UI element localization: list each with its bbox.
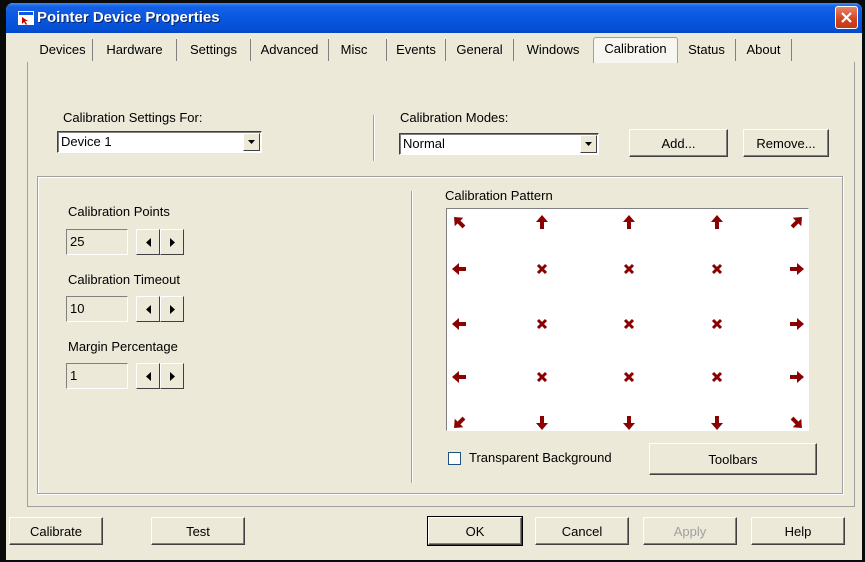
- close-button[interactable]: [835, 6, 858, 29]
- calibration-pattern-grid: [452, 215, 804, 430]
- arrow-left-icon: [452, 263, 466, 275]
- timeout-decrement-button[interactable]: [136, 296, 160, 322]
- title-bar[interactable]: Pointer Device Properties: [6, 3, 862, 33]
- remove-mode-button[interactable]: Remove...: [743, 129, 829, 157]
- help-button[interactable]: Help: [751, 517, 845, 545]
- tab-status[interactable]: Status: [678, 39, 736, 61]
- add-mode-button[interactable]: Add...: [629, 129, 728, 157]
- groupbox-divider: [411, 191, 413, 483]
- test-button[interactable]: Test: [151, 517, 245, 545]
- calibrate-button[interactable]: Calibrate: [9, 517, 103, 545]
- cross-icon: [711, 318, 723, 330]
- arrow-right-icon: [169, 237, 175, 247]
- tab-misc[interactable]: Misc: [329, 39, 379, 61]
- pointer-device-icon: [18, 11, 34, 25]
- arrow-right-icon: [790, 318, 804, 330]
- points-field[interactable]: 25: [66, 229, 128, 255]
- device-select-dropdown-button[interactable]: [243, 133, 260, 151]
- device-select[interactable]: Device 1: [57, 131, 262, 153]
- timeout-label: Calibration Timeout: [68, 272, 180, 287]
- cross-icon: [623, 263, 635, 275]
- cancel-button-label: Cancel: [561, 523, 603, 539]
- ok-button[interactable]: OK: [427, 516, 523, 546]
- cross-icon: [536, 263, 548, 275]
- apply-button[interactable]: Apply: [643, 517, 737, 545]
- margin-field[interactable]: 1: [66, 363, 128, 389]
- cross-icon: [711, 263, 723, 275]
- tab-windows[interactable]: Windows: [514, 39, 592, 61]
- tab-advanced[interactable]: Advanced: [251, 39, 329, 61]
- margin-decrement-button[interactable]: [136, 363, 160, 389]
- points-decrement-button[interactable]: [136, 229, 160, 255]
- arrow-up-icon: [623, 215, 635, 229]
- arrow-right-icon: [169, 304, 175, 314]
- arrow-down-icon: [711, 416, 723, 430]
- device-select-value: Device 1: [61, 134, 112, 149]
- add-mode-button-label: Add...: [661, 135, 696, 151]
- tab-general[interactable]: General: [446, 39, 514, 61]
- chevron-down-icon: [248, 140, 255, 144]
- cross-icon: [623, 318, 635, 330]
- cross-icon: [536, 371, 548, 383]
- cancel-button[interactable]: Cancel: [535, 517, 629, 545]
- margin-value: 1: [70, 368, 78, 383]
- arrow-up-left-icon: [454, 217, 466, 229]
- transparent-background-checkbox[interactable]: [448, 452, 461, 465]
- arrow-down-icon: [623, 416, 635, 430]
- apply-button-label: Apply: [673, 523, 707, 539]
- remove-mode-button-label: Remove...: [756, 135, 816, 151]
- tab-hardware[interactable]: Hardware: [93, 39, 177, 61]
- arrow-left-icon: [145, 237, 151, 247]
- close-icon: [841, 12, 852, 23]
- dialog-window: Pointer Device Properties Devices Hardwa…: [6, 3, 862, 560]
- mode-select[interactable]: Normal: [399, 133, 599, 155]
- pattern-label: Calibration Pattern: [445, 188, 553, 203]
- test-button-label: Test: [186, 523, 210, 539]
- ok-button-label: OK: [465, 523, 485, 539]
- arrow-up-icon: [711, 215, 723, 229]
- arrow-up-icon: [536, 215, 548, 229]
- mode-select-dropdown-button[interactable]: [580, 135, 597, 153]
- margin-label: Margin Percentage: [68, 339, 178, 354]
- cross-icon: [536, 318, 548, 330]
- toolbars-button[interactable]: Toolbars: [649, 443, 817, 475]
- settings-for-label: Calibration Settings For:: [63, 110, 203, 125]
- arrow-right-icon: [790, 263, 804, 275]
- tab-devices[interactable]: Devices: [33, 39, 93, 61]
- tab-calibration[interactable]: Calibration: [593, 37, 678, 63]
- points-increment-button[interactable]: [160, 229, 184, 255]
- arrow-down-right-icon: [790, 416, 802, 428]
- chevron-down-icon: [585, 142, 592, 146]
- arrow-right-icon: [790, 371, 804, 383]
- arrow-down-icon: [536, 416, 548, 430]
- cross-icon: [623, 371, 635, 383]
- arrow-left-icon: [145, 371, 151, 381]
- margin-increment-button[interactable]: [160, 363, 184, 389]
- window-title: Pointer Device Properties: [37, 9, 220, 26]
- timeout-field[interactable]: 10: [66, 296, 128, 322]
- timeout-increment-button[interactable]: [160, 296, 184, 322]
- tab-settings[interactable]: Settings: [177, 39, 251, 61]
- help-button-label: Help: [784, 523, 812, 539]
- arrow-right-icon: [169, 371, 175, 381]
- tab-events[interactable]: Events: [386, 39, 446, 61]
- toolbars-button-label: Toolbars: [708, 451, 758, 467]
- arrow-down-left-icon: [454, 416, 466, 428]
- calibrate-button-label: Calibrate: [29, 523, 83, 539]
- tab-about[interactable]: About: [736, 39, 792, 61]
- calibration-pattern-preview: [446, 208, 809, 431]
- cross-icon: [711, 371, 723, 383]
- transparent-background-label: Transparent Background: [469, 450, 612, 465]
- arrow-left-icon: [452, 371, 466, 383]
- header-divider: [373, 115, 375, 161]
- mode-select-value: Normal: [403, 136, 445, 151]
- arrow-left-icon: [452, 318, 466, 330]
- arrow-left-icon: [145, 304, 151, 314]
- points-label: Calibration Points: [68, 204, 170, 219]
- points-value: 25: [70, 234, 85, 249]
- modes-label: Calibration Modes:: [400, 110, 509, 125]
- timeout-value: 10: [70, 301, 85, 316]
- arrow-up-right-icon: [790, 217, 802, 229]
